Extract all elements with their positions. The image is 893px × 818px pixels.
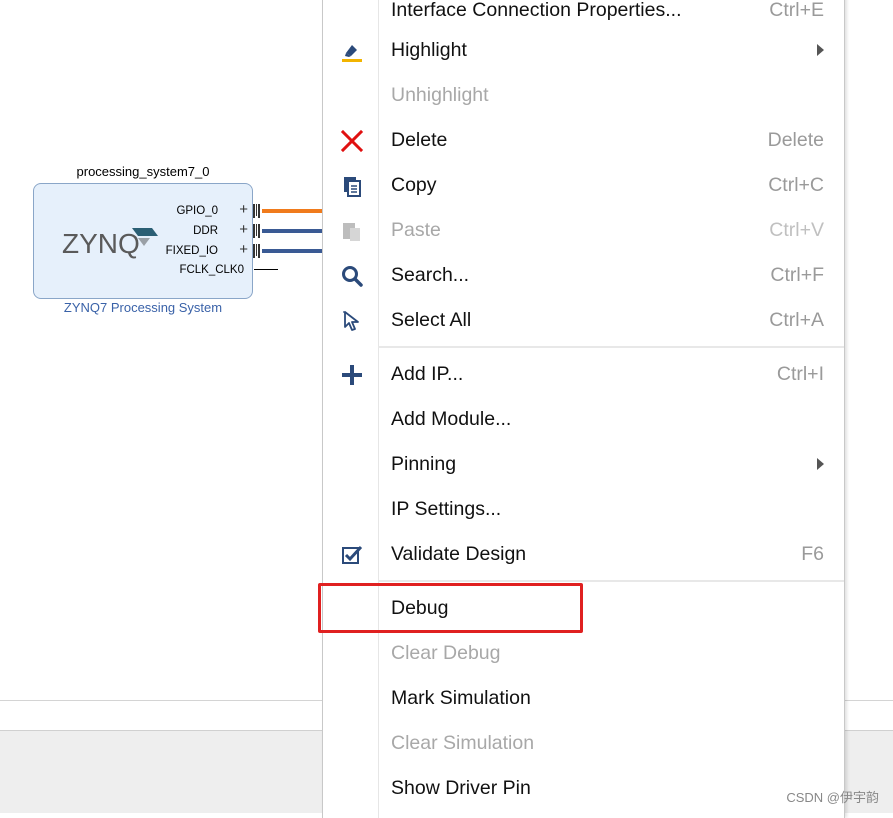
menu-item-label: Clear Simulation (391, 732, 535, 754)
port-label: FIXED_IO (165, 245, 218, 257)
port-label: GPIO_0 (176, 205, 218, 217)
menu-item-label: IP Settings... (391, 498, 502, 520)
menu-item-label: Interface Connection Properties... (391, 0, 682, 21)
submenu-arrow-icon (817, 458, 824, 470)
port-fixed-io[interactable]: FIXED_IO + (34, 242, 260, 259)
menu-item-shortcut: Ctrl+A (769, 309, 824, 331)
menu-item-validate-design[interactable]: Validate Design F6 (323, 532, 844, 577)
menu-item-delete[interactable]: Delete Delete (323, 118, 844, 163)
menu-item-select-all[interactable]: Select All Ctrl+A (323, 298, 844, 343)
menu-item-label: Select All (391, 309, 472, 331)
menu-item-label: Validate Design (391, 543, 527, 565)
menu-item-label: Search... (391, 264, 470, 286)
menu-item-unhighlight[interactable]: Unhighlight (323, 73, 844, 118)
menu-item-label: Pinning (391, 453, 457, 475)
block-caption: ZYNQ7 Processing System (63, 300, 223, 315)
menu-item-label: Add IP... (391, 363, 464, 385)
highlight-icon (342, 45, 362, 62)
menu-item-shortcut: Ctrl+F (770, 264, 824, 286)
interface-port-icon (253, 244, 260, 258)
menu-item-shortcut: Ctrl+I (776, 363, 824, 385)
annotation-highlight-box (318, 583, 583, 633)
menu-item-label: Mark Simulation (391, 687, 531, 709)
paste-icon (343, 223, 360, 241)
menu-item-add-module[interactable]: Add Module... (323, 397, 844, 442)
interface-port-icon (253, 224, 260, 238)
menu-item-copy[interactable]: Copy Ctrl+C (323, 163, 844, 208)
watermark: CSDN @伊宇韵 (786, 790, 879, 805)
port-fclk-clk0[interactable]: FCLK_CLK0 (34, 262, 252, 278)
menu-item-label: Copy (391, 174, 437, 196)
expand-plus-icon[interactable]: + (239, 242, 248, 258)
delete-icon (340, 129, 364, 153)
menu-item-highlight[interactable]: Highlight (323, 28, 844, 73)
menu-item-shortcut: Ctrl+V (769, 219, 824, 241)
menu-item-clear-debug[interactable]: Clear Debug (323, 631, 844, 676)
menu-item-label: Clear Debug (391, 642, 501, 664)
menu-item-show-driver-pin[interactable]: Show Driver Pin (323, 766, 844, 811)
menu-item-pinning[interactable]: Pinning (323, 442, 844, 487)
menu-item-clear-simulation[interactable]: Clear Simulation (323, 721, 844, 766)
menu-separator (378, 580, 844, 582)
menu-item-label: Highlight (391, 39, 467, 61)
menu-item-label: Paste (391, 219, 441, 241)
menu-item-shortcut: Ctrl+C (768, 174, 824, 196)
menu-item-label: Add Module... (391, 408, 512, 430)
search-icon (342, 266, 363, 287)
menu-item-search[interactable]: Search... Ctrl+F (323, 253, 844, 298)
expand-plus-icon[interactable]: + (239, 202, 248, 218)
validate-icon (342, 545, 363, 564)
menu-item-label: Show Driver Pin (391, 777, 531, 799)
port-ddr[interactable]: DDR + (34, 222, 260, 239)
menu-item-shortcut: F6 (801, 543, 824, 565)
port-gpio-0[interactable]: GPIO_0 + (34, 202, 260, 219)
port-label: DDR (193, 225, 218, 237)
port-label: FCLK_CLK0 (179, 264, 244, 276)
copy-icon (344, 177, 361, 197)
interface-port-icon (253, 204, 260, 218)
fixed-io-wire[interactable] (262, 249, 322, 253)
menu-separator (378, 346, 844, 348)
context-menu: Interface Connection Properties... Ctrl+… (322, 0, 845, 818)
menu-item-label: Delete (391, 129, 448, 151)
select-all-icon (343, 311, 359, 331)
fclk-pin-stub (254, 269, 278, 270)
menu-item-mark-simulation[interactable]: Mark Simulation (323, 676, 844, 721)
menu-item-shortcut: Ctrl+E (769, 0, 824, 21)
menu-item-label: Unhighlight (391, 84, 489, 106)
gpio-wire[interactable] (262, 209, 322, 213)
add-icon (342, 365, 362, 385)
block-instance-name: processing_system7_0 (76, 164, 210, 179)
zynq-ip-block[interactable]: ZYNQ GPIO_0 + DDR + FIXED_IO + FCLK_CLK0 (33, 183, 260, 299)
expand-plus-icon[interactable]: + (239, 222, 248, 238)
submenu-arrow-icon (817, 44, 824, 56)
menu-item-shortcut: Delete (767, 129, 824, 151)
menu-item-paste[interactable]: Paste Ctrl+V (323, 208, 844, 253)
menu-item-add-ip[interactable]: Add IP... Ctrl+I (323, 352, 844, 397)
ddr-wire[interactable] (262, 229, 322, 233)
menu-item-ip-settings[interactable]: IP Settings... (323, 487, 844, 532)
